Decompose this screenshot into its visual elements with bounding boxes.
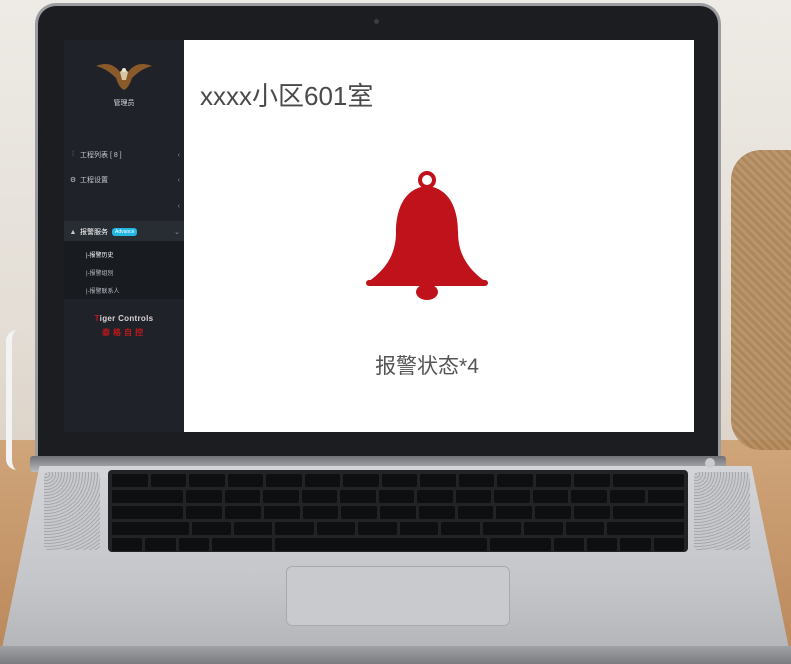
power-cable — [6, 330, 28, 470]
brand-name-cn: 泰格自控 — [102, 328, 146, 337]
sidebar-item-label: 报警服务 — [80, 229, 108, 236]
sidebar-item-unlabeled[interactable]: ‹ — [64, 195, 184, 217]
bell-icon: ▲ — [69, 228, 77, 236]
alarm-submenu: |-报警历史 |-报警组别 |-报警联系人 — [64, 241, 184, 299]
left-speaker-grille — [44, 472, 100, 550]
background-sack — [731, 150, 791, 450]
cogs-icon: ⚙ — [69, 177, 77, 184]
laptop-screen: 管理员 ⫶ 工程列表 [ 8 ] ‹ ⚙ 工程设置 ‹ ‹ ▲ 报警服务 Adv… — [64, 40, 694, 432]
submenu-item-alarm-contacts[interactable]: |-报警联系人 — [86, 286, 120, 295]
sitemap-icon: ⫶ — [72, 151, 74, 158]
main-panel: xxxx小区601室 报警状态*4 — [184, 40, 694, 432]
user-role-label: 管理员 — [113, 100, 135, 107]
laptop-front-edge — [0, 646, 791, 664]
page-title: xxxx小区601室 — [200, 81, 374, 111]
brand-name-en: Tiger Controls — [64, 314, 184, 323]
chevron-left-icon: ‹ — [177, 202, 180, 210]
sidebar-item-alarm-service[interactable]: ▲ 报警服务 Advance ⌄ — [64, 221, 184, 243]
alarm-status-text: 报警状态*4 — [375, 355, 479, 378]
eagle-logo-icon — [96, 64, 152, 90]
right-speaker-grille — [694, 472, 750, 550]
sidebar: 管理员 ⫶ 工程列表 [ 8 ] ‹ ⚙ 工程设置 ‹ ‹ ▲ 报警服务 Adv… — [64, 40, 184, 432]
brand-rest: iger Controls — [99, 314, 154, 323]
sidebar-item-label: 工程列表 [ 8 ] — [80, 152, 122, 159]
keyboard[interactable] — [108, 470, 688, 552]
webcam — [374, 19, 379, 24]
trackpad[interactable] — [286, 566, 510, 626]
chevron-left-icon: ‹ — [177, 151, 180, 159]
sidebar-item-label: 工程设置 — [80, 177, 108, 184]
laptop-lid: 管理员 ⫶ 工程列表 [ 8 ] ‹ ⚙ 工程设置 ‹ ‹ ▲ 报警服务 Adv… — [38, 6, 718, 462]
chevron-left-icon: ‹ — [177, 176, 180, 184]
advance-badge: Advance — [112, 228, 138, 236]
sidebar-item-project-settings[interactable]: ⚙ 工程设置 ‹ — [64, 169, 184, 191]
power-button[interactable] — [705, 458, 715, 468]
alarm-bell-icon[interactable] — [364, 170, 490, 304]
chevron-down-icon: ⌄ — [174, 229, 180, 236]
submenu-item-alarm-groups[interactable]: |-报警组别 — [86, 268, 114, 277]
sidebar-item-project-list[interactable]: ⫶ 工程列表 [ 8 ] ‹ — [64, 144, 184, 166]
submenu-item-alarm-history[interactable]: |-报警历史 — [86, 250, 114, 259]
